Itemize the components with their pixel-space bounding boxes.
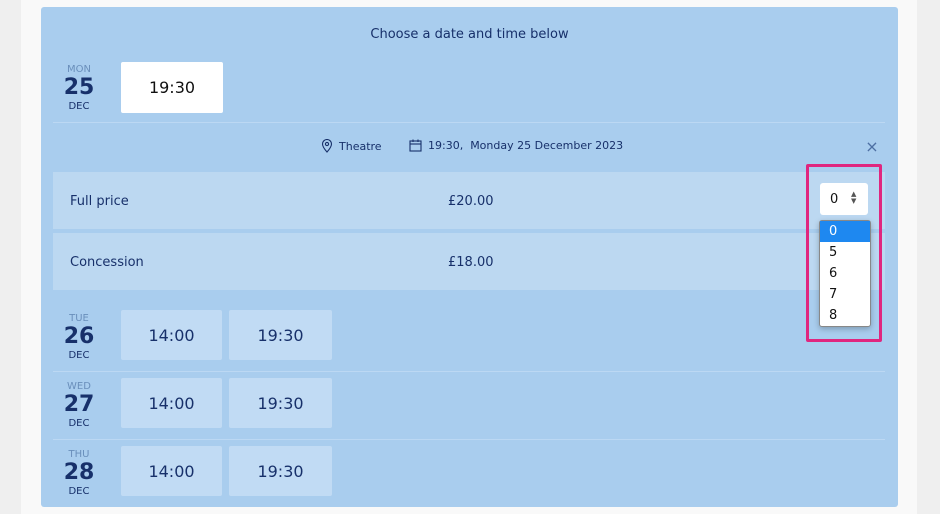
time-slot-wed-1930[interactable]: 19:30 [229,378,332,428]
panel-heading: Choose a date and time below [370,27,569,42]
day-number: 28 [63,460,95,485]
day-of-week: THU [68,449,90,460]
day-number: 26 [63,324,95,349]
venue-name: Theatre [339,139,382,153]
time-slot-thu-1400[interactable]: 14:00 [121,446,222,496]
venue-info: Theatre [321,139,382,153]
day-label-mon: MON 25 DEC [54,65,104,112]
datetime-info: 19:30, Monday 25 December 2023 [409,139,623,152]
day-label-thu: THU 28 DEC [54,450,104,497]
ticket-name: Full price [70,194,129,209]
ticket-row-full-price: Full price £20.00 [53,172,885,229]
quantity-option[interactable]: 0 [820,221,870,242]
day-of-week: MON [67,64,91,75]
month-label: DEC [68,486,90,497]
selected-datetime: 19:30, Monday 25 December 2023 [428,139,624,152]
location-pin-icon [321,139,333,153]
quantity-option[interactable]: 7 [820,284,870,305]
ticket-price: £20.00 [448,194,494,209]
divider [53,439,885,440]
month-label: DEC [68,350,90,361]
time-slot-mon-1930[interactable]: 19:30 [121,62,223,113]
ticket-name: Concession [70,255,144,270]
booking-panel: Choose a date and time below MON 25 DEC … [41,7,898,507]
day-of-week: WED [67,381,91,392]
quantity-option[interactable]: 8 [820,305,870,326]
quantity-select-full-price[interactable]: 0 ▲ ▼ [820,183,868,215]
selection-info: Theatre 19:30, Monday 25 December 2023 [41,139,898,159]
month-label: DEC [68,101,90,112]
day-number: 27 [63,392,95,417]
divider [53,371,885,372]
time-slot-thu-1930[interactable]: 19:30 [229,446,332,496]
calendar-icon [409,139,422,152]
month-label: DEC [68,418,90,429]
quantity-dropdown-list[interactable]: 0 5 6 7 8 [819,220,871,327]
close-icon[interactable]: × [864,139,880,155]
time-slot-wed-1400[interactable]: 14:00 [121,378,222,428]
day-label-tue: TUE 26 DEC [54,314,104,361]
day-of-week: TUE [69,313,89,324]
time-slot-tue-1930[interactable]: 19:30 [229,310,332,360]
time-slot-tue-1400[interactable]: 14:00 [121,310,222,360]
ticket-price: £18.00 [448,255,494,270]
select-arrows-icon: ▲ ▼ [851,190,857,205]
day-number: 25 [63,75,95,100]
ticket-row-concession: Concession £18.00 [53,233,885,290]
quantity-option[interactable]: 5 [820,242,870,263]
quantity-option[interactable]: 6 [820,263,870,284]
quantity-value: 0 [830,192,839,207]
divider [53,122,885,123]
day-label-wed: WED 27 DEC [54,382,104,429]
